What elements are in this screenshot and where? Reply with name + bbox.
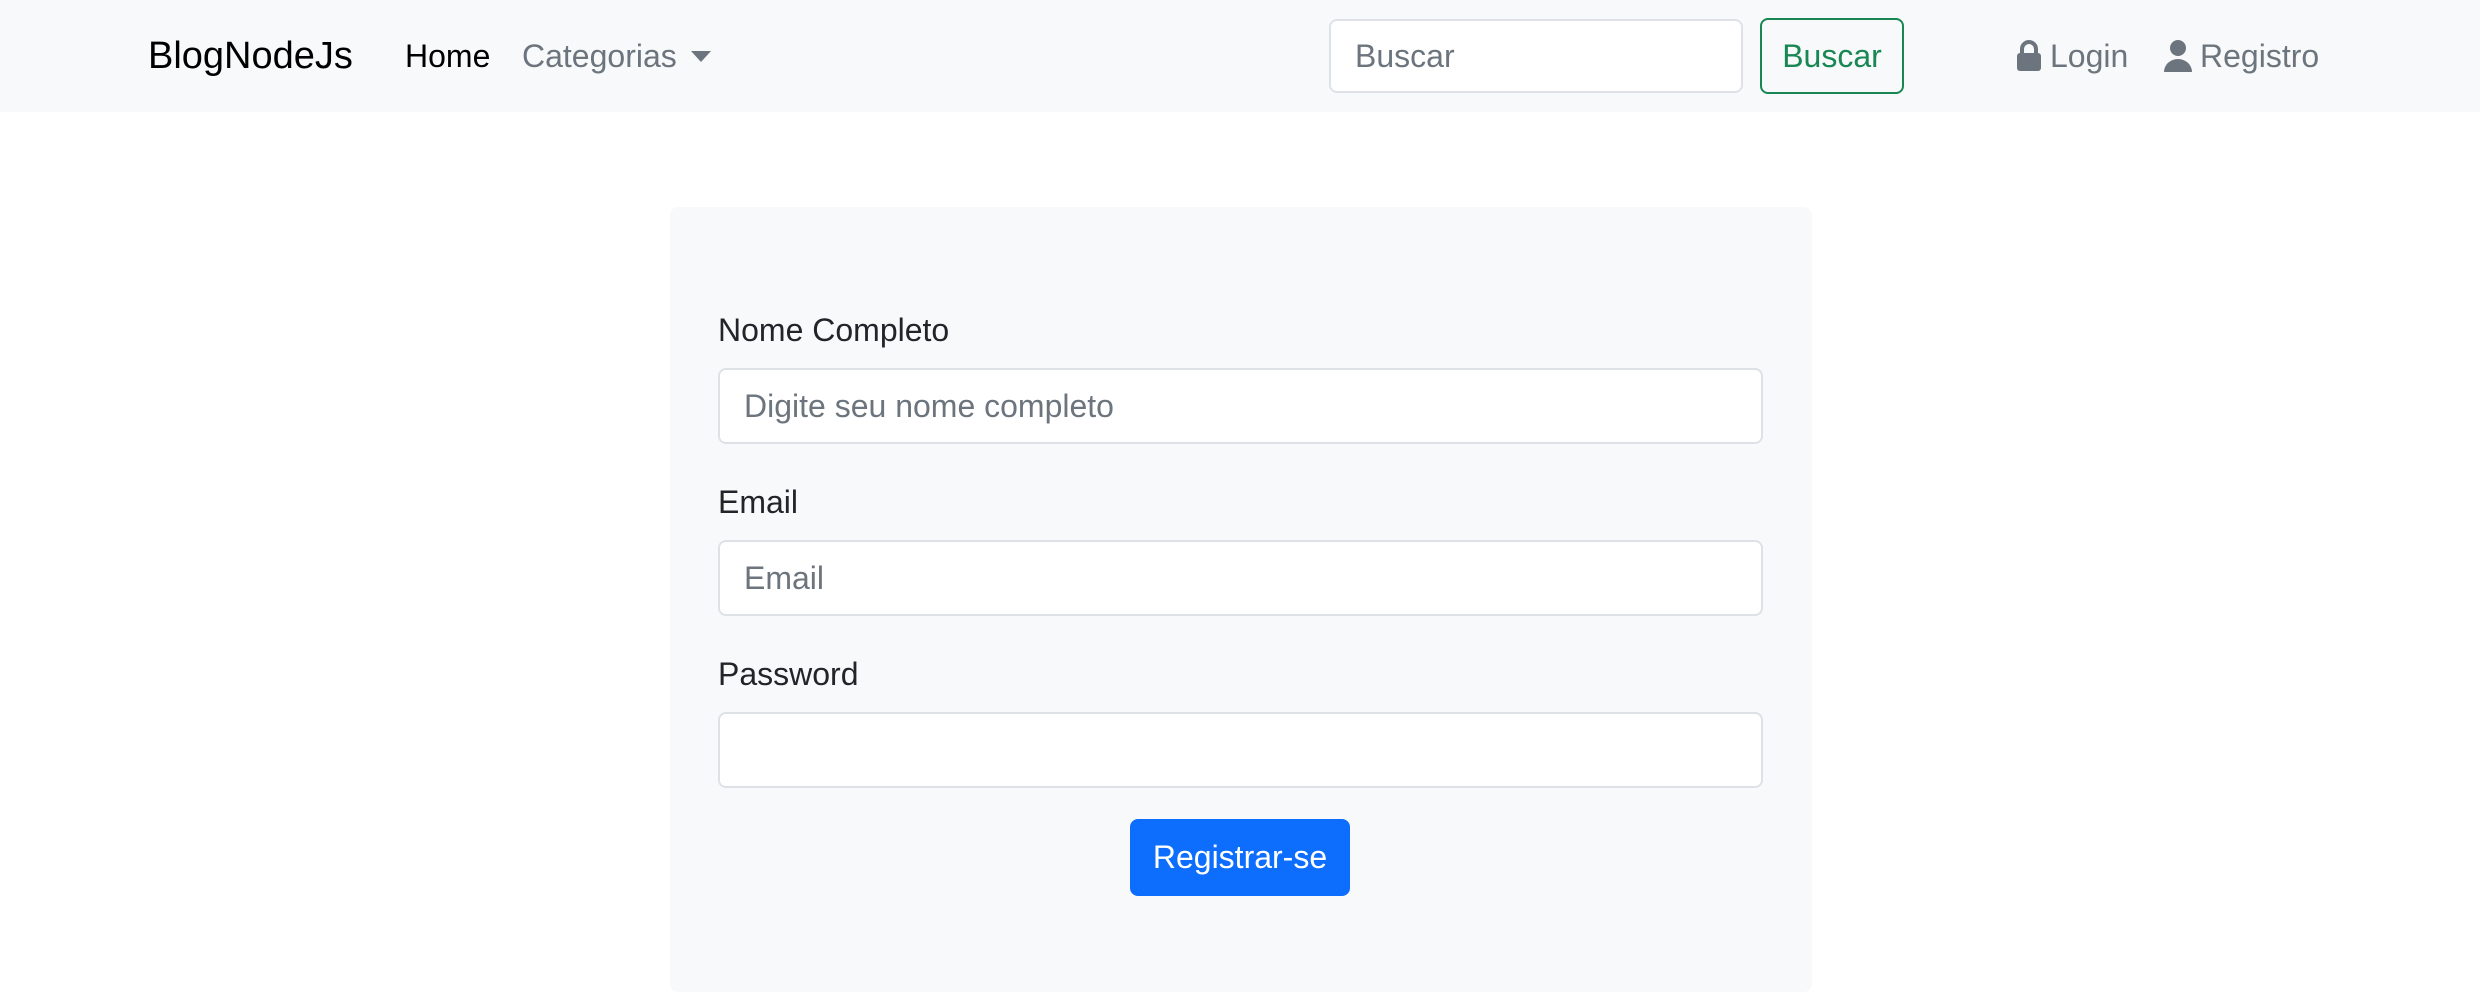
nav-login-link[interactable]: Login [2016,34,2128,78]
register-button[interactable]: Registrar-se [1130,819,1350,896]
email-label: Email [718,484,799,520]
nav-register-label: Registro [2200,38,2320,74]
password-label: Password [718,656,859,692]
lock-icon [2016,40,2042,72]
search-input[interactable] [1329,19,1743,93]
nav-home-link[interactable]: Home [405,34,490,78]
nav-login-label: Login [2050,38,2129,74]
caret-down-icon [690,50,711,62]
nav-categories-label: Categorias [522,38,677,74]
name-input[interactable] [718,368,1763,444]
nav-register-link[interactable]: Registro [2164,34,2319,78]
password-input[interactable] [718,712,1763,788]
brand-logo[interactable]: BlogNodeJs [148,32,353,80]
navbar: BlogNodeJs Home Categorias Buscar Login … [0,0,2480,112]
email-input[interactable] [718,540,1763,616]
user-icon [2164,40,2192,72]
name-label: Nome Completo [718,312,950,348]
search-button[interactable]: Buscar [1760,18,1904,94]
nav-categories-dropdown[interactable]: Categorias [522,34,711,78]
